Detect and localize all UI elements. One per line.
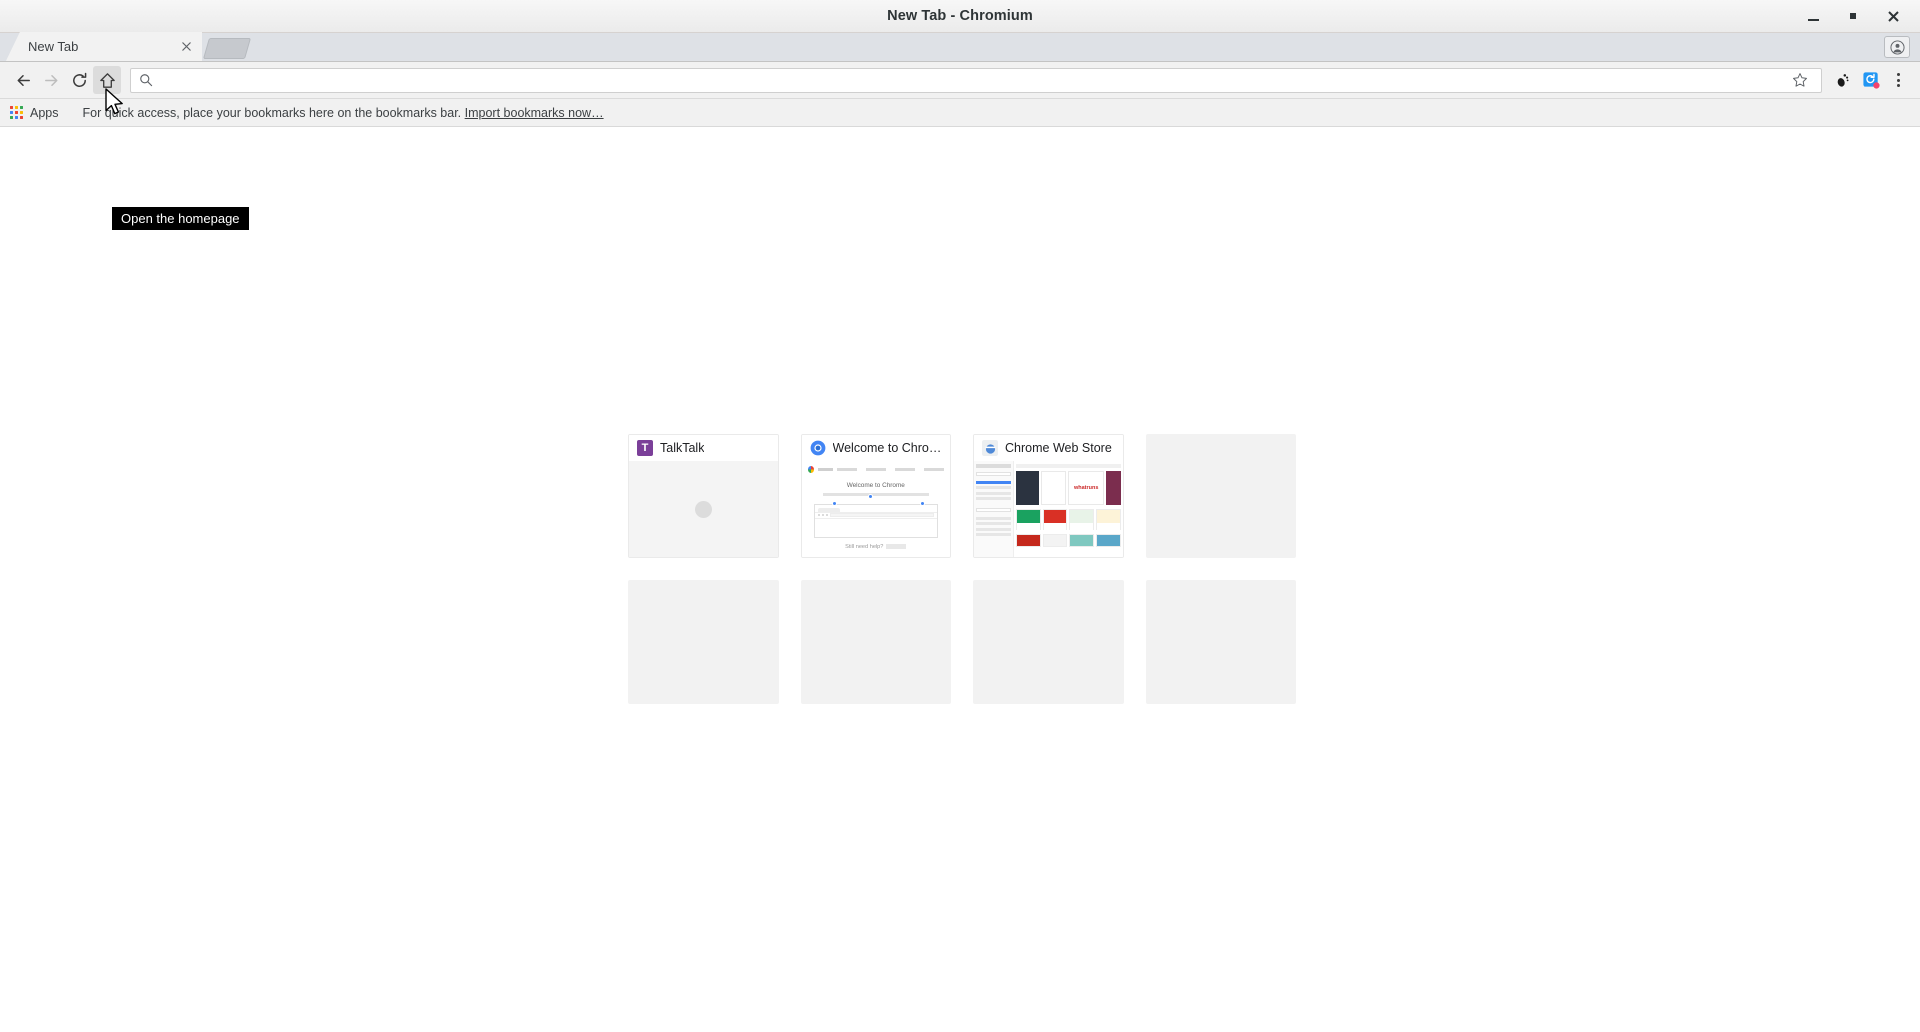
close-window-button[interactable]	[1884, 7, 1902, 25]
most-visited-tiles: T TalkTalk Welcome	[628, 434, 1296, 726]
chrome-web-store-favicon	[982, 440, 998, 456]
apps-grid-dot	[15, 106, 18, 109]
apps-grid-dot	[10, 111, 13, 114]
thumb-topbar	[808, 466, 945, 473]
tile-title: TalkTalk	[660, 441, 704, 455]
menu-dot	[1897, 73, 1900, 76]
thumb-brand-label: whatruns	[1074, 485, 1098, 491]
tile-thumbnail: whatruns	[974, 461, 1123, 557]
tile-thumbnail	[629, 461, 778, 557]
window-titlebar: New Tab - Chromium	[0, 0, 1920, 33]
bookmarks-bar-hint-text: For quick access, place your bookmarks h…	[83, 106, 462, 120]
import-bookmarks-link[interactable]: Import bookmarks now…	[465, 106, 604, 120]
chromium-favicon	[810, 440, 826, 456]
tab-strip: New Tab	[0, 33, 1920, 62]
thumb-nav-bars	[837, 468, 944, 471]
apps-shortcut[interactable]: Apps	[8, 104, 67, 122]
new-tab-button[interactable]	[203, 38, 251, 59]
update-extension-icon[interactable]	[1857, 66, 1885, 94]
thumb-callout-pins	[815, 501, 938, 511]
chrome-logo-icon	[808, 466, 815, 473]
loading-spinner-icon	[695, 501, 712, 518]
thumb-main: whatruns	[1014, 461, 1122, 557]
tile-empty[interactable]	[973, 580, 1124, 704]
tile-welcome-to-chromium[interactable]: Welcome to Chromi… Welcome to Chrome	[801, 434, 952, 558]
tile-empty[interactable]	[1146, 434, 1296, 558]
chrome-menu-button[interactable]	[1885, 66, 1911, 94]
apps-grid-dot	[10, 116, 13, 119]
gnome-shell-integration-icon[interactable]	[1829, 66, 1857, 94]
tab-new-tab[interactable]: New Tab	[6, 32, 202, 61]
tabstrip-right-controls	[1884, 36, 1920, 61]
back-button[interactable]	[9, 66, 37, 94]
thumb-brand-bar	[818, 468, 833, 471]
tile-title: Welcome to Chromi…	[833, 441, 943, 455]
home-button[interactable]	[93, 66, 121, 94]
reload-button[interactable]	[65, 66, 93, 94]
tile-header: T TalkTalk	[629, 435, 778, 461]
thumb-heading: Welcome to Chrome	[808, 482, 945, 489]
thumb-subtext-bar	[823, 493, 929, 496]
browser-toolbar	[0, 62, 1920, 99]
tab-title: New Tab	[28, 39, 178, 54]
apps-grid-dot	[20, 106, 23, 109]
apps-shortcut-label: Apps	[30, 106, 59, 120]
tile-header: Chrome Web Store	[974, 435, 1123, 461]
apps-grid-dot	[15, 111, 18, 114]
avatar[interactable]	[1884, 36, 1910, 58]
maximize-button[interactable]	[1844, 7, 1862, 25]
window-title: New Tab - Chromium	[0, 8, 1920, 24]
tile-row	[628, 580, 1296, 704]
tile-empty[interactable]	[628, 580, 779, 704]
apps-grid-dot	[10, 106, 13, 109]
tile-empty[interactable]	[1146, 580, 1297, 704]
apps-grid-dot	[15, 116, 18, 119]
menu-dot	[1897, 84, 1900, 87]
new-tab-page: T TalkTalk Welcome	[0, 127, 1920, 1032]
address-input[interactable]	[153, 73, 1787, 88]
forward-button[interactable]	[37, 66, 65, 94]
menu-dot	[1897, 79, 1900, 82]
tile-empty[interactable]	[801, 580, 952, 704]
minimize-button[interactable]	[1804, 7, 1822, 25]
thumb-sidebar	[974, 461, 1014, 557]
window-controls	[1804, 7, 1920, 25]
search-icon	[139, 73, 153, 87]
tile-thumbnail: Welcome to Chrome	[802, 461, 951, 557]
address-bar[interactable]	[130, 68, 1822, 93]
tile-row: T TalkTalk Welcome	[628, 434, 1296, 558]
thumb-hero-row: whatruns	[1016, 471, 1120, 505]
close-tab-icon[interactable]	[178, 39, 194, 55]
apps-grid-dot	[20, 116, 23, 119]
bookmarks-bar: Apps For quick access, place your bookma…	[0, 99, 1920, 127]
tile-talktalk[interactable]: T TalkTalk	[628, 434, 779, 558]
tile-header: Welcome to Chromi…	[802, 435, 951, 461]
talktalk-favicon: T	[637, 440, 653, 456]
tile-title: Chrome Web Store	[1005, 441, 1112, 455]
tile-chrome-web-store[interactable]: Chrome Web Store	[973, 434, 1124, 558]
thumb-help-text: Still need help?	[808, 544, 945, 550]
apps-grid-dot	[20, 111, 23, 114]
bookmarks-bar-message: For quick access, place your bookmarks h…	[83, 106, 604, 120]
thumb-card-grid	[1016, 509, 1120, 547]
bookmark-star-icon[interactable]	[1787, 67, 1813, 93]
thumb-browser-mock	[814, 504, 939, 538]
apps-grid-icon	[10, 106, 23, 119]
tooltip: Open the homepage	[112, 207, 249, 230]
